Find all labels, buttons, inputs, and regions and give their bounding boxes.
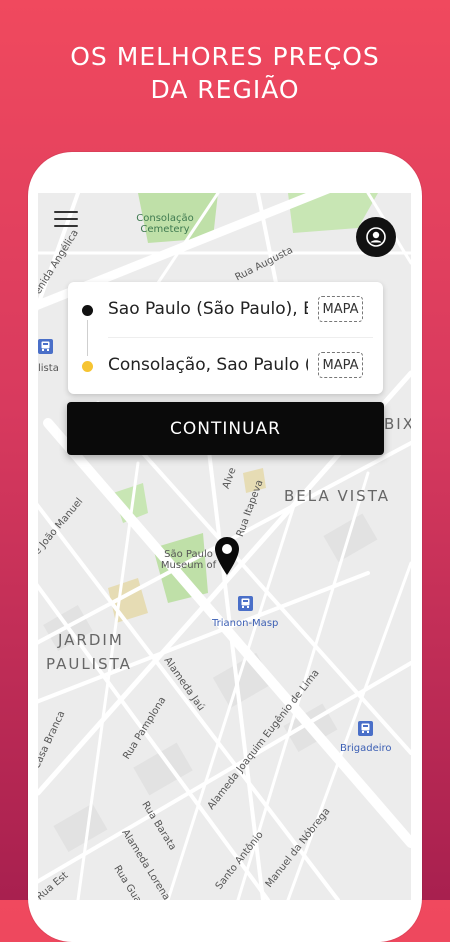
hamburger-menu-icon[interactable] bbox=[54, 211, 78, 231]
museum-label-line-2: Museum of bbox=[160, 560, 217, 571]
brigadeiro-label: Brigadeiro bbox=[340, 743, 392, 754]
destination-field[interactable]: Consolação, Sao Paulo (S bbox=[108, 355, 308, 375]
destination-map-button[interactable]: MAPA bbox=[318, 352, 363, 378]
area-label-paulista: PAULISTA bbox=[46, 655, 132, 673]
origin-row[interactable]: Sao Paulo (São Paulo), B MAPA bbox=[68, 282, 383, 356]
museum-label-line-1: São Paulo bbox=[164, 549, 213, 560]
app-screen: Consolação Cemetery Rua Augusta venida A… bbox=[38, 193, 411, 900]
trianon-masp-label: Trianon-Masp bbox=[212, 618, 279, 629]
profile-button[interactable] bbox=[356, 217, 396, 257]
cemetery-label: Consolação Cemetery bbox=[130, 213, 200, 235]
area-label-jardim: JARDIM bbox=[58, 631, 124, 649]
origin-map-button[interactable]: MAPA bbox=[318, 296, 363, 322]
route-card: Sao Paulo (São Paulo), B MAPA Consolação… bbox=[68, 282, 383, 394]
headline-line-1: OS MELHORES PREÇOS bbox=[70, 42, 380, 71]
destination-dot-icon bbox=[82, 361, 93, 372]
metro-station-icon bbox=[358, 721, 373, 736]
destination-row[interactable]: Consolação, Sao Paulo (S MAPA bbox=[68, 338, 383, 394]
area-label-bix: BIX bbox=[384, 415, 411, 433]
continue-button[interactable]: CONTINUAR bbox=[67, 402, 384, 455]
location-pin-icon[interactable] bbox=[214, 536, 240, 576]
headline-line-2: DA REGIÃO bbox=[150, 75, 300, 104]
metro-station-icon bbox=[38, 339, 53, 354]
user-profile-icon bbox=[366, 227, 386, 247]
area-label-bela-vista: BELA VISTA bbox=[284, 487, 390, 505]
museum-label: São Paulo Museum of bbox=[156, 549, 221, 571]
origin-dot-icon bbox=[82, 305, 93, 316]
metro-station-icon bbox=[238, 596, 253, 611]
origin-field[interactable]: Sao Paulo (São Paulo), B bbox=[108, 299, 308, 319]
cemetery-label-line-1: Consolação bbox=[136, 213, 194, 224]
headline: OS MELHORES PREÇOS DA REGIÃO bbox=[0, 40, 450, 106]
cemetery-label-line-2: Cemetery bbox=[140, 224, 190, 235]
lista-label: lista bbox=[38, 363, 59, 374]
